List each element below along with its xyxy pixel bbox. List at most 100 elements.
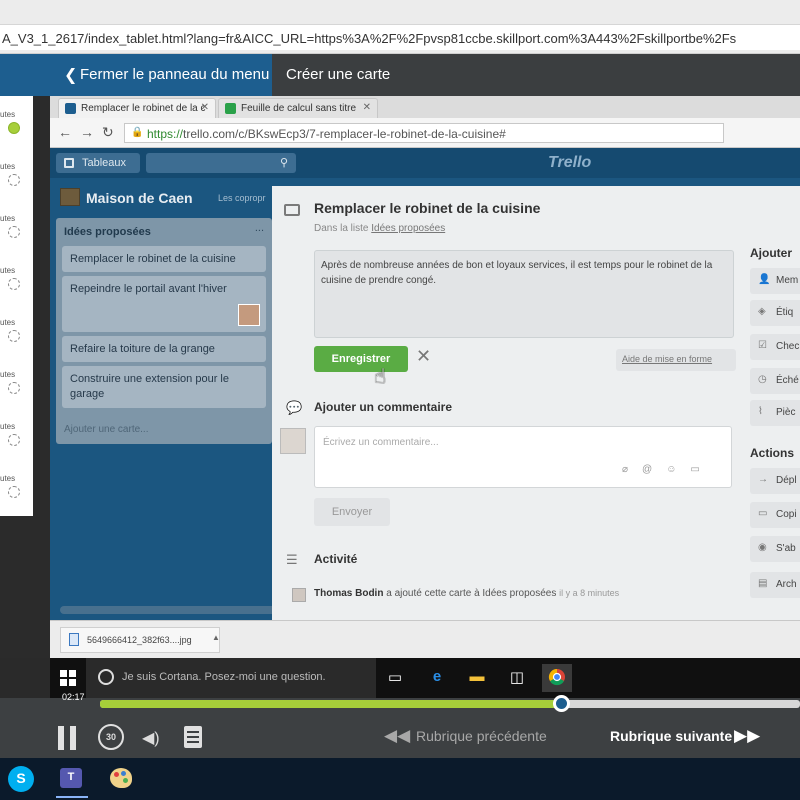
chevron-up-icon[interactable]: ▲ [212,633,220,642]
description-textarea[interactable]: Après de nombreuse années de bon et loya… [314,250,734,338]
search-icon: ⚲ [279,157,288,169]
completed-icon [8,122,20,134]
cancel-edit-icon[interactable]: ✕ [416,346,431,367]
in-list-prefix: Dans la liste [314,223,372,234]
sidebar-item[interactable]: utes [0,308,33,356]
board-title[interactable]: Maison de Caen [60,188,193,206]
list-card[interactable]: Refaire la toiture de la grange [62,336,266,362]
trello-search-input[interactable]: ⚲ [146,153,296,173]
progress-handle[interactable] [553,695,570,712]
download-item[interactable]: 5649666412_382f63....jpg [60,627,220,653]
attachment-button[interactable]: ⌇ Pièc [750,400,800,426]
back-icon[interactable]: ← [58,124,72,140]
activity-heading: Activité [314,552,358,566]
sidebar-item[interactable]: utes [0,256,33,304]
not-started-icon [8,278,20,290]
list-link[interactable]: Idées proposées [371,223,445,234]
sidebar-item[interactable]: utes [0,100,33,148]
not-started-icon [8,226,20,238]
chrome-icon[interactable] [542,664,572,692]
comment-toolbar: ⌀@☺▭ [622,464,714,475]
not-started-icon [8,486,20,498]
rewind-30-button[interactable]: 30 [98,724,124,750]
activity-message: a ajouté cette carte à Idées proposées [383,588,560,599]
progress-bar[interactable] [100,695,800,712]
edge-icon[interactable]: e [422,664,452,692]
close-menu-panel-button[interactable]: ❮ Fermer le panneau du menu [0,54,272,96]
card-link-icon[interactable]: ▭ [690,464,713,475]
list-card[interactable]: Construire une extension pour le garage [62,366,266,408]
sidebar-item[interactable]: utes [0,464,33,512]
close-icon[interactable]: ✕ [201,102,209,113]
archive-button[interactable]: ▤ Arch [750,572,800,598]
boards-button[interactable]: Tableaux [56,153,140,173]
attach-icon[interactable]: ⌀ [622,464,642,475]
sidebar-item[interactable]: utes [0,204,33,252]
lock-icon: 🔒 [131,127,144,138]
screen: A_V3_1_2617/index_tablet.html?lang=fr&AI… [0,0,800,800]
due-date-button[interactable]: ◷ Éché [750,368,800,394]
members-button[interactable]: 👤 Mem [750,268,800,294]
send-button[interactable]: Envoyer [314,498,390,526]
paint-icon[interactable] [106,764,138,794]
file-explorer-icon[interactable]: ▬ [462,664,492,692]
emoji-icon[interactable]: ☺ [666,464,690,475]
sidebar-item[interactable]: utes [0,360,33,408]
sidebar-item[interactable]: utes [0,152,33,200]
comment-heading: Ajouter un commentaire [314,400,453,414]
board-scrollbar[interactable] [60,606,280,614]
member-avatar [238,304,260,326]
list-title[interactable]: Idées proposées [64,226,151,238]
inner-url-field[interactable]: 🔒 https://trello.com/c/BKswEcp3/7-rempla… [124,123,724,143]
windows-start-icon[interactable] [60,670,76,686]
tab-spreadsheet[interactable]: Feuille de calcul sans titre ✕ [218,98,378,118]
subscribe-button[interactable]: ◉ S'ab [750,536,800,562]
not-started-icon [8,330,20,342]
format-help-link[interactable]: Aide de mise en forme [616,349,736,371]
cortana-search-input[interactable]: Je suis Cortana. Posez-moi une question. [86,658,376,698]
skype-icon[interactable]: S [8,766,34,792]
list-card[interactable]: Repeindre le portail avant l'hiver [62,276,266,332]
paperclip-icon: ⌇ [758,406,763,417]
store-icon[interactable]: ◫ [502,664,532,692]
course-header: ❮ Fermer le panneau du menu Créer une ca… [0,54,800,96]
list-ideas: Idées proposées ... Remplacer le robinet… [56,218,272,444]
comment-input[interactable]: Écrivez un commentaire... [314,426,732,488]
tab-label: Feuille de calcul sans titre [241,103,357,114]
tab-trello-card[interactable]: Remplacer le robinet de la c ✕ [58,98,216,118]
current-time: 02:17 [62,692,85,702]
mention-icon[interactable]: @ [642,464,666,475]
inner-browser-chrome: Remplacer le robinet de la c ✕ Feuille d… [50,96,800,148]
activity-time[interactable]: il y a 8 minutes [559,588,619,598]
card-label: Repeindre le portail avant l'hiver [70,283,227,295]
board-team[interactable]: Les copropr [218,193,266,203]
download-filename: 5649666412_382f63....jpg [87,635,192,645]
sidebar-item[interactable]: utes [0,412,33,460]
save-button[interactable]: Enregistrer [314,346,408,372]
teams-icon[interactable]: T [56,764,88,798]
list-menu-icon[interactable]: ... [255,222,264,234]
labels-button[interactable]: ◈ Étiq [750,300,800,326]
copy-button[interactable]: ▭ Copi [750,502,800,528]
forward-icon[interactable]: → [80,124,94,140]
boards-label: Tableaux [82,157,127,169]
windows-taskbar: Je suis Cortana. Posez-moi une question.… [50,658,800,698]
move-button[interactable]: → Dépl [750,468,800,494]
checklist-button[interactable]: ☑ Chec [750,334,800,360]
card-title[interactable]: Remplacer le robinet de la cuisine [314,200,540,216]
close-icon[interactable]: ✕ [363,102,371,113]
activity-user[interactable]: Thomas Bodin [314,588,383,599]
outer-browser-bar: A_V3_1_2617/index_tablet.html?lang=fr&AI… [0,0,800,54]
next-section-label: Rubrique suivante [610,728,733,744]
reload-icon[interactable]: ↻ [102,124,114,141]
transcript-icon[interactable] [184,726,202,748]
cortana-placeholder: Je suis Cortana. Posez-moi une question. [122,671,326,683]
add-card-link[interactable]: Ajouter une carte... [64,424,149,435]
list-card[interactable]: Remplacer le robinet de la cuisine [62,246,266,272]
outer-url-field[interactable]: A_V3_1_2617/index_tablet.html?lang=fr&AI… [0,24,800,50]
volume-icon[interactable]: ◀) [142,728,160,748]
task-view-icon[interactable]: ▭ [380,664,410,692]
pause-button[interactable] [58,726,80,750]
comment-icon: 💬 [286,400,303,415]
lesson-title: Créer une carte [286,66,391,83]
